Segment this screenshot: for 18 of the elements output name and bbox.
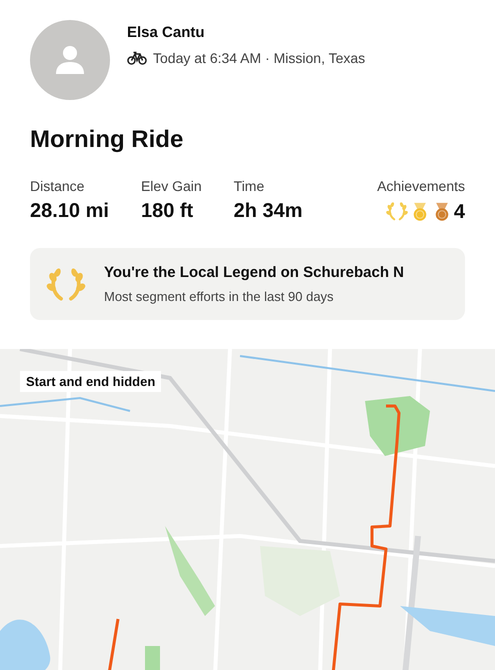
stat-value: 2h 34m bbox=[234, 200, 303, 223]
athlete-name[interactable]: Elsa Cantu bbox=[127, 24, 366, 41]
bicycle-icon bbox=[127, 51, 147, 65]
local-legend-card[interactable]: You're the Local Legend on Schurebach N Most segment efforts in the last 90 days bbox=[30, 248, 465, 320]
laurel-icon bbox=[46, 266, 86, 302]
map-badge: Start and end hidden bbox=[20, 371, 162, 392]
card-subtitle: Most segment efforts in the last 90 days bbox=[104, 289, 335, 304]
stat-label: Distance bbox=[30, 178, 86, 194]
activity-meta: Today at 6:34 AM · Mission, Texas bbox=[153, 50, 366, 66]
card-title: You're the Local Legend on Schurebach N bbox=[104, 264, 404, 281]
activity-title: Morning Ride bbox=[29, 125, 184, 154]
stat-value: 180 ft bbox=[140, 200, 194, 223]
laurel-icon bbox=[386, 201, 408, 223]
stat-label: Achievements bbox=[377, 178, 465, 194]
stat-label: Time bbox=[234, 178, 266, 194]
achievement-count: 4 bbox=[454, 200, 465, 224]
stat-label: Elev Gain bbox=[140, 178, 202, 194]
stat-value: 28.10 mi bbox=[30, 200, 109, 223]
